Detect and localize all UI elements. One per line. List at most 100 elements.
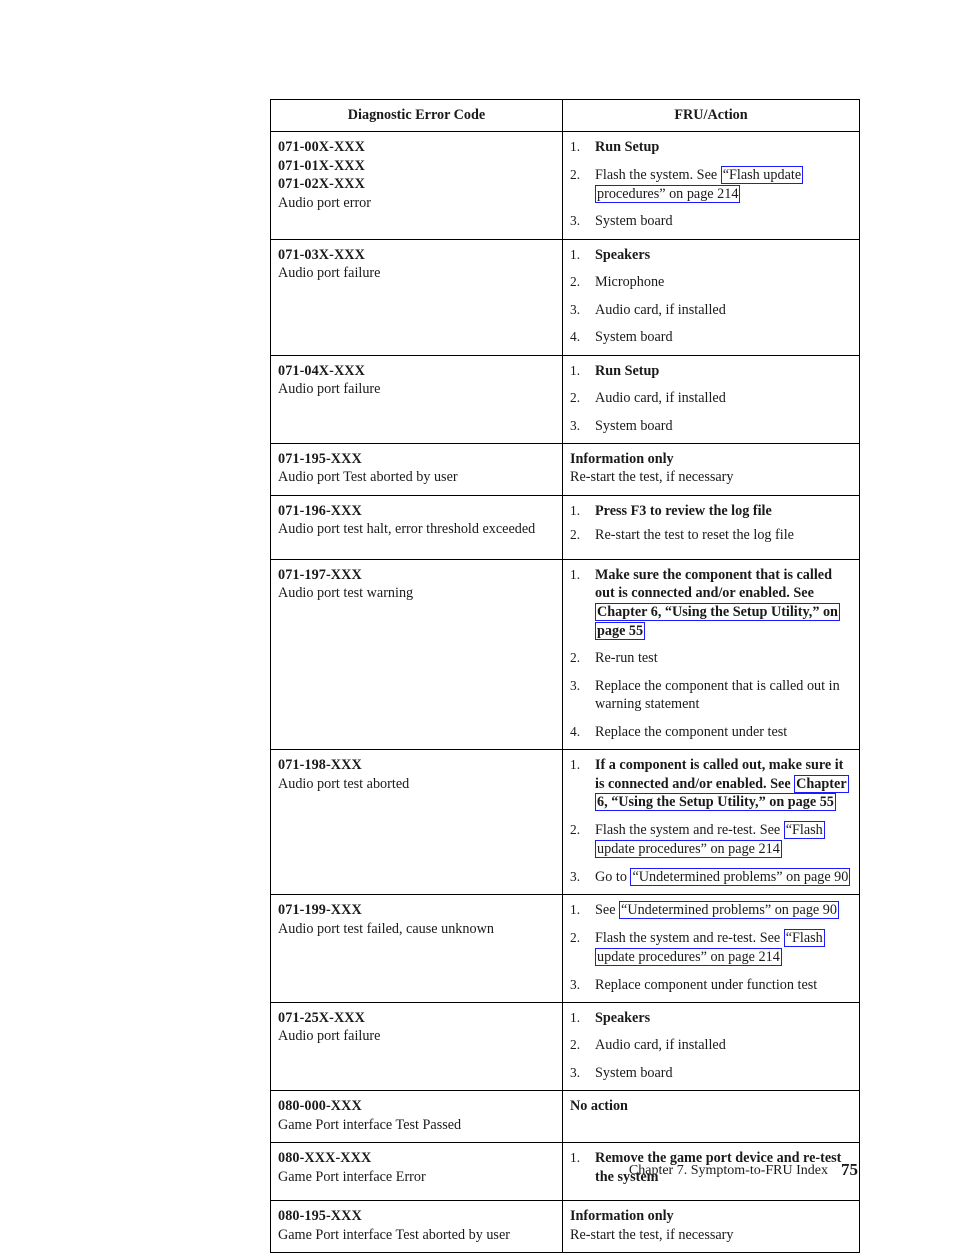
table-header-row: Diagnostic Error Code FRU/Action: [270, 98, 860, 133]
fru-action-cell: Make sure the component that is called o…: [562, 558, 860, 751]
error-code: 071-199-XXX: [278, 902, 362, 919]
action-text: Flash the system and re-test. See: [595, 930, 784, 947]
fru-action-cell: No action: [562, 1090, 860, 1144]
action-list-item: System board: [570, 417, 852, 435]
diagnostic-error-code-table: Diagnostic Error Code FRU/Action 071-00X…: [270, 98, 860, 1253]
table-row: 071-196-XXX Audio port test halt, error t…: [270, 494, 860, 560]
action-list: Speakers Microphone Audio card, if install…: [570, 246, 852, 347]
action-text: See: [595, 902, 620, 919]
action-heading: Information only: [570, 1208, 674, 1225]
action-text: Flash the system. See: [595, 166, 721, 183]
action-text: System board: [595, 213, 673, 230]
error-code-cell: 071-196-XXX Audio port test halt, error t…: [270, 494, 563, 560]
action-list-item: Flash the system. See “Flash update proc…: [570, 165, 852, 204]
action-text: Audio card, if installed: [595, 301, 726, 318]
action-list-item: Re-start the test to reset the log file: [570, 526, 852, 544]
error-code: 071-00X-XXX: [278, 139, 366, 156]
cross-reference-link[interactable]: Chapter 6, “Using the Setup Utility,” on…: [595, 602, 840, 640]
document-page: Diagnostic Error Code FRU/Action 071-00X…: [0, 0, 954, 1253]
table-row: 071-00X-XXX 071-01X-XXX 071-02X-XXX Audio p…: [270, 131, 860, 240]
action-list: See “Undetermined problems” on page 90 Fl…: [570, 901, 852, 994]
fru-action-cell: Speakers Microphone Audio card, if install…: [562, 238, 860, 356]
action-text: Audio card, if installed: [595, 1037, 726, 1054]
action-text: Press F3 to review the log file: [595, 502, 772, 519]
error-code-cell: 071-195-XXX Audio port Test aborted by us…: [270, 443, 563, 496]
action-list-item: Audio card, if installed: [570, 1036, 852, 1054]
action-list-item: See “Undetermined problems” on page 90: [570, 901, 852, 920]
error-code-cell: 071-197-XXX Audio port test warning: [270, 558, 563, 751]
action-text: System board: [595, 417, 673, 434]
fru-action-cell: If a component is called out, make sure …: [562, 749, 860, 896]
error-description: Audio port error: [278, 194, 371, 211]
action-list: Run Setup Audio card, if installed System …: [570, 362, 852, 435]
table-row: 080-000-XXX Game Port interface Test Pass…: [270, 1090, 860, 1144]
action-text: Replace the component under test: [595, 723, 788, 740]
action-list-item: System board: [570, 1064, 852, 1082]
error-code: 071-04X-XXX: [278, 362, 366, 379]
fru-action-cell: Press F3 to review the log file Re-start …: [562, 494, 860, 560]
error-code: 071-01X-XXX: [278, 157, 366, 174]
error-code: 071-196-XXX: [278, 502, 362, 519]
action-list: Speakers Audio card, if installed System b…: [570, 1009, 852, 1082]
action-text: System board: [595, 1064, 673, 1081]
action-text: System board: [595, 329, 673, 346]
error-description: Game Port interface Test Passed: [278, 1116, 462, 1133]
action-list-item: Replace the component that is called out…: [570, 677, 852, 714]
cross-reference-link[interactable]: “Undetermined problems” on page 90: [630, 867, 851, 886]
cross-reference-link[interactable]: “Undetermined problems” on page 90: [619, 901, 839, 920]
action-list-item: Go to “Undetermined problems” on page 90: [570, 867, 852, 887]
error-description: Game Port interface Error: [278, 1168, 426, 1185]
action-list-item: Run Setup: [570, 362, 852, 380]
error-code: 071-197-XXX: [278, 566, 362, 583]
action-list-item: System board: [570, 328, 852, 346]
table-row: 071-03X-XXX Audio port failure Speakers Mic…: [270, 238, 860, 356]
error-description: Audio port failure: [278, 1028, 381, 1045]
fru-action-cell: Run Setup Audio card, if installed System …: [562, 354, 860, 445]
column-header-diagnostic-error-code: Diagnostic Error Code: [270, 98, 563, 133]
action-text: Replace component under function test: [595, 976, 818, 993]
error-code: 071-02X-XXX: [278, 176, 366, 193]
table-row: 071-198-XXX Audio port test aborted If a c…: [270, 749, 860, 896]
action-list-item: System board: [570, 212, 852, 230]
error-code-cell: 071-03X-XXX Audio port failure: [270, 238, 563, 356]
action-list-item: Press F3 to review the log file: [570, 502, 852, 520]
error-code: 071-25X-XXX: [278, 1009, 366, 1026]
action-text: Flash the system and re-test. See: [595, 822, 784, 839]
action-text: Microphone: [595, 274, 665, 291]
action-list-item: Audio card, if installed: [570, 389, 852, 407]
error-code-cell: 071-25X-XXX Audio port failure: [270, 1001, 563, 1092]
fru-action-cell: See “Undetermined problems” on page 90 Fl…: [562, 894, 860, 1003]
action-text: Speakers: [595, 1009, 651, 1026]
action-text: Go to: [595, 868, 631, 885]
action-list-item: Microphone: [570, 273, 852, 291]
action-text: Re-run test: [595, 650, 658, 667]
action-list-item: Flash the system and re-test. See “Flash…: [570, 929, 852, 967]
error-code-cell: 071-00X-XXX 071-01X-XXX 071-02X-XXX Audio p…: [270, 131, 563, 240]
fru-action-cell: Speakers Audio card, if installed System b…: [562, 1001, 860, 1092]
action-list-item: Make sure the component that is called o…: [570, 566, 852, 640]
action-list-item: Replace the component under test: [570, 723, 852, 741]
error-description: Audio port test halt, error threshold ex…: [278, 521, 536, 538]
table-row: 071-199-XXX Audio port test failed, cause…: [270, 894, 860, 1003]
error-code-cell: 080-XXX-XXX Game Port interface Error: [270, 1142, 563, 1202]
action-text: Run Setup: [595, 139, 660, 156]
error-code-cell: 071-04X-XXX Audio port failure: [270, 354, 563, 445]
action-list: Run Setup Flash the system. See “Flash up…: [570, 138, 852, 230]
table-header: Diagnostic Error Code FRU/Action: [270, 98, 860, 133]
action-text: Run Setup: [595, 362, 660, 379]
action-list-item: Run Setup: [570, 138, 852, 156]
error-description: Audio port test warning: [278, 585, 414, 602]
table-row: 071-04X-XXX Audio port failure Run Setup Au…: [270, 354, 860, 445]
fru-action-cell: Information only Re-start the test, if ne…: [562, 443, 860, 496]
error-code-cell: 080-000-XXX Game Port interface Test Pass…: [270, 1090, 563, 1144]
error-code: 071-03X-XXX: [278, 246, 366, 263]
error-code-cell: 071-199-XXX Audio port test failed, cause…: [270, 894, 563, 1003]
footer-chapter-label: Chapter 7. Symptom-to-FRU Index: [628, 1163, 828, 1178]
action-heading: Information only: [570, 451, 674, 468]
fru-action-cell: Run Setup Flash the system. See “Flash up…: [562, 131, 860, 240]
action-list: Make sure the component that is called o…: [570, 566, 852, 741]
action-list-item: Speakers: [570, 1009, 852, 1027]
error-code: 080-000-XXX: [278, 1098, 362, 1115]
error-description: Audio port failure: [278, 265, 381, 282]
error-code: 080-XXX-XXX: [278, 1150, 372, 1167]
